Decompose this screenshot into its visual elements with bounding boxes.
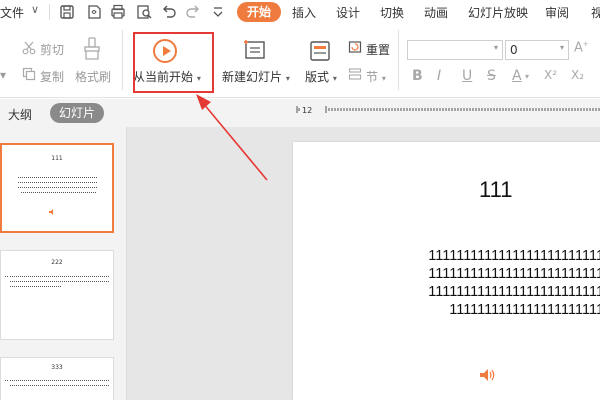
slide-thumbnail[interactable]: 333 [0, 357, 114, 400]
copy-icon [22, 67, 36, 81]
print-icon[interactable] [109, 3, 127, 21]
divider [398, 30, 399, 90]
underline-button[interactable]: U [462, 68, 472, 84]
new-slide-button[interactable]: 新建幻灯片 ▾ [222, 68, 290, 85]
chevron-down-icon[interactable]: ▾ [525, 72, 529, 81]
font-name-select[interactable]: ▾ [407, 40, 503, 60]
divider [49, 4, 50, 20]
strikethrough-button[interactable]: S [487, 68, 496, 84]
reset-button[interactable]: 重置 [366, 41, 390, 58]
ribbon: ▾ 剪切 复制 格式刷 从当前开始 ▾ 新建幻灯片 ▾ 版式 ▾ 重置 节 ▾ … [0, 24, 600, 98]
scissors-icon [22, 41, 36, 55]
tab-design[interactable]: 设计 [336, 4, 360, 21]
copy-button[interactable]: 复制 [40, 68, 64, 85]
new-slide-icon [244, 40, 265, 59]
view-toolbar: 大纲 幻灯片 12 [0, 99, 600, 127]
tab-slideshow[interactable]: 幻灯片放映 [468, 4, 528, 21]
speaker-icon [49, 209, 53, 215]
chevron-down-icon[interactable]: ∨ [31, 3, 39, 16]
customize-dropdown-icon[interactable] [209, 3, 227, 21]
print-preview-icon[interactable] [135, 3, 153, 21]
slide-title[interactable]: 111 [479, 177, 512, 203]
slide-thumbnail[interactable]: 111 [0, 143, 114, 233]
increase-font-size-button[interactable]: A+ [574, 40, 589, 55]
font-size-select[interactable]: 0 ▾ [505, 40, 569, 60]
menu-bar: 文件 ∨ 开始 插入 设计 切换 动画 幻灯片放映 审阅 视 [0, 0, 600, 24]
paste-dropdown-arrow[interactable]: ▾ [0, 68, 6, 82]
section-button[interactable]: 节 ▾ [366, 68, 386, 85]
bold-button[interactable]: B [412, 68, 423, 84]
tab-animations[interactable]: 动画 [424, 4, 448, 21]
chevron-down-icon: ▾ [559, 43, 564, 52]
cut-button[interactable]: 剪切 [40, 41, 64, 58]
format-painter-icon [84, 37, 100, 60]
tab-view[interactable]: 视 [591, 4, 600, 21]
slide-thumbnails-panel: 111 222 333 [0, 127, 127, 400]
italic-button[interactable]: I [437, 68, 441, 84]
tab-home[interactable]: 开始 [237, 2, 281, 22]
panel-tabs: 大纲 幻灯片 [0, 99, 127, 127]
export-pdf-icon[interactable] [85, 3, 103, 21]
tab-slides[interactable]: 幻灯片 [50, 103, 104, 123]
layout-button[interactable]: 版式 ▾ [305, 68, 337, 85]
format-painter-button[interactable]: 格式刷 [75, 68, 111, 85]
section-icon [348, 68, 362, 80]
tab-outline[interactable]: 大纲 [8, 106, 32, 123]
redo-icon[interactable] [184, 3, 202, 21]
slide-body-text[interactable]: 1111111111111111111111111 111 11111111111… [365, 247, 600, 319]
current-slide[interactable]: 111 1111111111111111111111111 111 1111111… [293, 142, 600, 400]
reset-icon [348, 41, 362, 53]
horizontal-ruler: 12 [296, 104, 600, 115]
subscript-button[interactable]: X₂ [571, 68, 584, 82]
speaker-icon[interactable] [478, 366, 496, 384]
file-menu[interactable]: 文件 [0, 4, 24, 21]
chevron-down-icon: ▾ [493, 43, 498, 52]
save-icon[interactable] [58, 3, 76, 21]
ruler-label: 12 [302, 106, 312, 115]
tab-insert[interactable]: 插入 [292, 4, 316, 21]
layout-icon [310, 41, 330, 61]
superscript-button[interactable]: X² [544, 68, 557, 82]
font-color-button[interactable]: A [512, 68, 522, 84]
tab-transitions[interactable]: 切换 [380, 4, 404, 21]
annotation-highlight-box [133, 32, 214, 93]
divider [122, 30, 123, 90]
slide-thumbnail[interactable]: 222 [0, 250, 114, 340]
slide-canvas: 111 1111111111111111111111111 111 1111111… [127, 127, 600, 400]
undo-icon[interactable] [160, 3, 178, 21]
tab-review[interactable]: 审阅 [545, 4, 569, 21]
